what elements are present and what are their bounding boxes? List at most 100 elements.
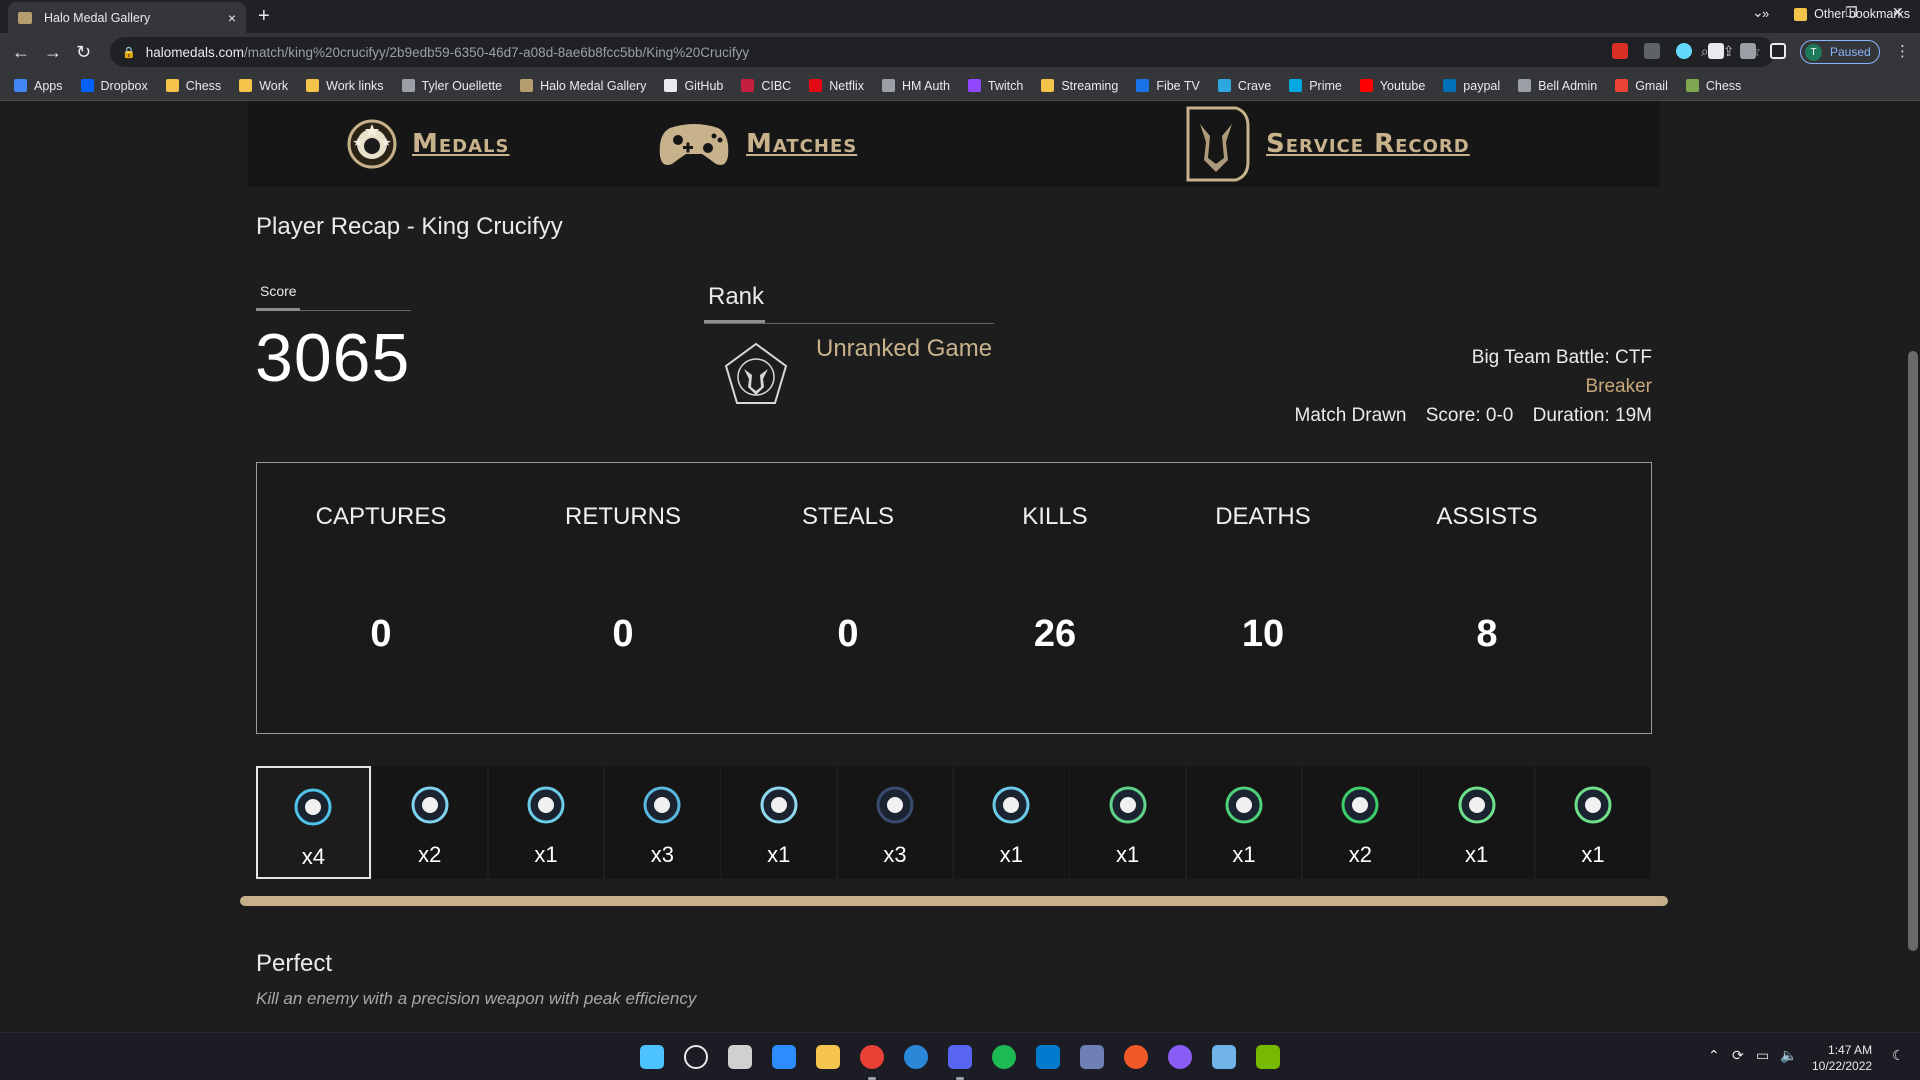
reload-button[interactable]: ↻ (76, 42, 91, 63)
bookmark-item[interactable]: Streaming (1041, 79, 1118, 93)
bookmark-item[interactable]: Apps (14, 79, 63, 93)
nvidia-icon[interactable] (1256, 1045, 1280, 1069)
medal-card[interactable]: x1 (1535, 766, 1651, 879)
vscode-icon[interactable] (1036, 1045, 1060, 1069)
medal-card[interactable]: x1 (1070, 766, 1186, 879)
file-explorer-icon[interactable] (816, 1045, 840, 1069)
nav-service-record[interactable]: Service Record (1182, 101, 1470, 187)
bookmark-item[interactable]: Work links (306, 79, 384, 93)
back-button[interactable]: ← (12, 42, 30, 63)
side-panel-icon[interactable] (1770, 43, 1786, 59)
shield-medal-icon (992, 786, 1030, 824)
match-summary: Match Drawn Score: 0-0 Duration: 19M (1281, 401, 1652, 430)
forward-button[interactable]: → (44, 42, 62, 63)
media-control-icon[interactable] (1740, 43, 1756, 59)
rocket-medal-icon (1109, 786, 1147, 824)
bookmark-icon (80, 79, 94, 92)
bookmark-item[interactable]: Fibe TV (1136, 79, 1200, 93)
controller-icon (659, 124, 729, 165)
address-bar[interactable]: 🔒 halomedals.com/match/king%20crucifyy/2… (110, 37, 1775, 67)
stat-value: 10 (1241, 613, 1285, 655)
more-bookmarks-button[interactable]: » (1762, 6, 1769, 21)
firefox-icon[interactable] (904, 1045, 928, 1069)
medal-card[interactable]: x3 (605, 766, 720, 879)
system-clock[interactable]: 1:47 AM 10/22/2022 (1812, 1042, 1872, 1074)
task-view-icon[interactable] (728, 1045, 752, 1069)
extension-icon[interactable] (1612, 43, 1628, 59)
match-score: Score: 0-0 (1425, 405, 1514, 426)
profile-button[interactable]: T Paused (1800, 40, 1880, 64)
medal-card[interactable]: x2 (1302, 766, 1418, 879)
zoom-app-icon[interactable] (772, 1045, 796, 1069)
browser-menu-icon[interactable]: ⋮ (1895, 42, 1910, 60)
medal-card[interactable]: x2 (372, 766, 488, 879)
browser-tab[interactable]: Halo Medal Gallery × (8, 2, 246, 33)
bookmark-icon (1041, 79, 1055, 92)
score-tab[interactable]: Score (260, 283, 297, 299)
page-scrollbar[interactable] (1908, 351, 1918, 951)
bookmark-icon (664, 79, 678, 92)
notifications-icon[interactable]: ☾ (1892, 1047, 1905, 1064)
github-desktop-icon[interactable] (1168, 1045, 1192, 1069)
postman-icon[interactable] (1124, 1045, 1148, 1069)
nav-matches[interactable]: Matches (656, 101, 857, 187)
medal-count: x1 (999, 842, 1023, 867)
browser-toolbar: ← → ↻ 🔒 halomedals.com/match/king%20cruc… (0, 33, 1920, 71)
bookmark-item[interactable]: Tyler Ouellette (401, 79, 502, 93)
app-icon[interactable] (1080, 1045, 1104, 1069)
medal-card[interactable]: x1 (721, 766, 837, 879)
other-bookmarks[interactable]: Other bookmarks (1794, 7, 1910, 21)
network-icon[interactable]: ▭ (1756, 1047, 1769, 1064)
bookmark-item[interactable]: Gmail (1615, 79, 1668, 93)
bookmark-item[interactable]: Netflix (809, 79, 864, 93)
tray-chevron-icon[interactable]: ⌃ (1708, 1047, 1720, 1064)
rank-tab[interactable]: Rank (708, 283, 764, 311)
tab-close-button[interactable]: × (228, 10, 236, 26)
volume-icon[interactable]: 🔈 (1780, 1047, 1797, 1064)
service-record-icon (1186, 106, 1250, 182)
bookmark-item[interactable]: CIBC (741, 79, 791, 93)
discord-icon[interactable] (948, 1045, 972, 1069)
medal-card[interactable]: x3 (837, 766, 953, 879)
site-nav: Medals Matches Service Record (248, 101, 1660, 187)
spotify-icon[interactable] (992, 1045, 1016, 1069)
start-icon[interactable] (640, 1045, 664, 1069)
medal-count: x4 (301, 844, 325, 869)
bookmark-item[interactable]: Chess (165, 79, 221, 93)
medal-card[interactable]: x1 (488, 766, 604, 879)
bookmark-item[interactable]: Bell Admin (1518, 79, 1597, 93)
medal-card[interactable]: x1 (1186, 766, 1302, 879)
new-tab-button[interactable]: + (258, 5, 270, 28)
react-devtools-icon[interactable] (1676, 43, 1692, 59)
share-icon[interactable]: ⇪ (1723, 43, 1735, 60)
bookmark-item[interactable]: Work (239, 79, 288, 93)
bookmark-item[interactable]: paypal (1443, 79, 1500, 93)
nav-medals[interactable]: Medals (346, 101, 509, 187)
bookmark-item[interactable]: Halo Medal Gallery (520, 79, 646, 93)
sync-icon[interactable]: ⟳ (1732, 1047, 1744, 1064)
medal-card[interactable]: x1 (953, 766, 1069, 879)
medal-strip: x4 x2 x1 x3 x1 x3 x1 x1 x1 x2 x1 x1 (256, 766, 1652, 879)
search-icon[interactable] (684, 1045, 708, 1069)
flag-medal-icon (527, 786, 565, 824)
extensions-puzzle-icon[interactable] (1708, 43, 1724, 59)
bookmark-item[interactable]: Dropbox (80, 79, 148, 93)
medal-card[interactable]: x4 (256, 766, 371, 879)
bookmark-item[interactable]: HM Auth (881, 79, 950, 93)
bookmark-item[interactable]: GitHub (664, 79, 723, 93)
bookmark-item[interactable]: Prime (1289, 79, 1342, 93)
bookmark-item[interactable]: Twitch (967, 79, 1023, 93)
bookmark-item[interactable]: Youtube (1359, 79, 1425, 93)
bookmark-item[interactable]: Crave (1217, 79, 1271, 93)
score-value: 3065 (255, 320, 411, 396)
bookmark-icon (1217, 79, 1231, 92)
match-info: Big Team Battle: CTF Breaker Match Drawn… (1281, 343, 1652, 430)
notepad-icon[interactable] (1212, 1045, 1236, 1069)
medal-card[interactable]: x1 (1419, 766, 1535, 879)
chrome-icon[interactable] (860, 1045, 884, 1069)
bookmark-item[interactable]: Chess (1685, 79, 1741, 93)
privacy-extension-icon[interactable] (1644, 43, 1660, 59)
stat-label: DEATHS (1215, 503, 1311, 530)
avatar: T (1805, 43, 1822, 61)
medal-strip-scrollbar[interactable] (240, 896, 1668, 906)
